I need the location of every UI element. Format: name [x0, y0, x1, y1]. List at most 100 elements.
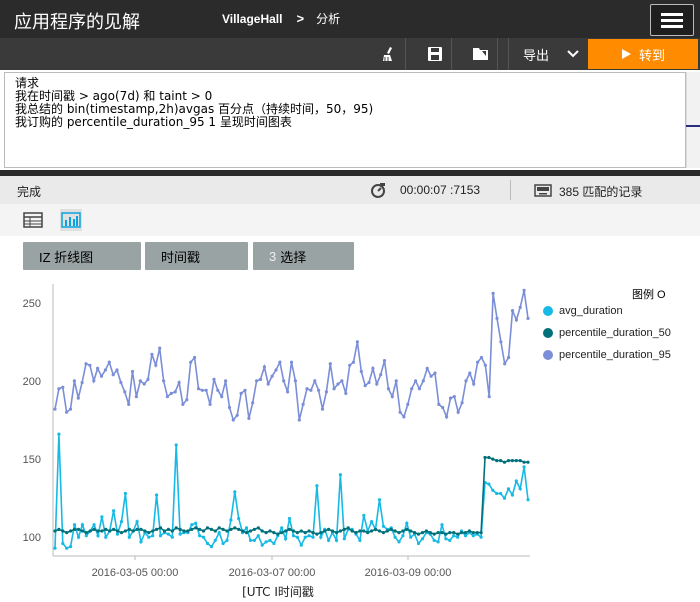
- data-point: [76, 535, 81, 539]
- data-point: [373, 527, 378, 532]
- data-point: [406, 402, 410, 406]
- data-point: [178, 532, 182, 536]
- legend-item-p50[interactable]: percentile_duration_50: [543, 327, 671, 339]
- data-point: [266, 382, 270, 386]
- data-point: [119, 520, 124, 524]
- x-tick-label: 2016-03-07 00:00: [229, 567, 316, 579]
- data-point: [213, 538, 217, 543]
- data-point: [448, 396, 453, 400]
- legend-item-p95[interactable]: percentile_duration_95: [543, 349, 671, 361]
- data-point: [291, 534, 296, 538]
- y-tick-label: 150: [23, 454, 41, 466]
- data-point: [334, 531, 339, 535]
- data-point: [165, 395, 169, 399]
- data-point: [319, 535, 323, 539]
- data-point: [491, 457, 495, 461]
- data-point: [115, 368, 119, 372]
- data-point: [390, 395, 394, 399]
- data-point: [338, 529, 342, 533]
- data-point: [445, 415, 449, 419]
- data-point: [177, 380, 181, 385]
- data-point: [158, 534, 163, 538]
- data-point: [229, 518, 233, 522]
- data-point: [385, 529, 389, 533]
- data-point: [61, 385, 65, 389]
- data-point: [307, 534, 311, 538]
- data-point: [394, 379, 398, 383]
- data-point: [276, 532, 280, 536]
- data-point: [208, 402, 212, 406]
- data-point: [194, 521, 198, 525]
- data-point: [186, 529, 190, 533]
- data-point: [139, 540, 143, 544]
- legend-item-avg-duration[interactable]: avg_duration: [543, 305, 623, 317]
- data-point: [248, 529, 253, 533]
- data-point: [507, 355, 511, 360]
- data-point: [441, 405, 445, 410]
- data-point: [518, 305, 522, 309]
- data-point: [295, 531, 299, 535]
- data-point: [456, 410, 460, 414]
- data-point: [405, 527, 409, 532]
- data-point: [162, 529, 167, 533]
- data-point: [410, 387, 414, 391]
- data-point: [107, 360, 111, 364]
- data-point: [247, 416, 251, 420]
- data-point: [280, 526, 284, 530]
- data-point: [225, 538, 229, 543]
- legend-dot: [543, 350, 553, 360]
- data-point: [119, 380, 123, 385]
- data-point: [514, 318, 519, 322]
- data-point: [371, 366, 375, 370]
- data-point: [463, 534, 468, 538]
- data-point: [69, 545, 73, 549]
- data-point: [487, 395, 491, 399]
- data-point: [295, 535, 299, 539]
- data-point: [92, 523, 96, 527]
- data-point: [522, 465, 526, 469]
- data-point: [284, 529, 288, 533]
- data-point: [96, 529, 100, 533]
- data-point: [69, 529, 73, 533]
- y-tick-label: 200: [23, 376, 41, 388]
- data-point: [104, 527, 108, 532]
- data-point: [212, 377, 216, 381]
- data-point: [526, 460, 530, 464]
- x-tick-label: 2016-03-05 00:00: [92, 567, 179, 579]
- data-point: [252, 527, 256, 532]
- data-point: [313, 379, 317, 383]
- data-point: [201, 535, 206, 539]
- data-point: [334, 538, 339, 543]
- data-point: [151, 534, 155, 538]
- data-point: [237, 527, 241, 532]
- data-point: [502, 460, 507, 464]
- data-point: [138, 379, 142, 383]
- data-point: [338, 473, 342, 477]
- data-point: [440, 531, 444, 535]
- data-point: [112, 509, 116, 513]
- data-point: [272, 541, 276, 546]
- data-point: [463, 531, 468, 535]
- data-point: [398, 410, 402, 414]
- data-point: [506, 487, 511, 491]
- data-point: [181, 402, 185, 406]
- x-tick-label: 2016-03-09 00:00: [365, 567, 452, 579]
- data-point: [468, 371, 472, 375]
- data-point: [155, 493, 159, 497]
- data-point: [72, 527, 77, 532]
- data-point: [464, 379, 468, 383]
- data-point: [510, 309, 515, 313]
- data-point: [127, 527, 131, 532]
- data-point: [405, 521, 409, 525]
- data-point: [424, 529, 428, 533]
- data-point: [315, 484, 319, 488]
- data-point: [479, 355, 484, 360]
- data-point: [393, 535, 397, 539]
- data-point: [189, 360, 193, 364]
- data-point: [472, 382, 476, 386]
- data-point: [217, 531, 221, 535]
- data-point: [421, 379, 425, 383]
- data-point: [150, 352, 154, 356]
- data-point: [401, 534, 405, 538]
- data-point: [235, 413, 239, 417]
